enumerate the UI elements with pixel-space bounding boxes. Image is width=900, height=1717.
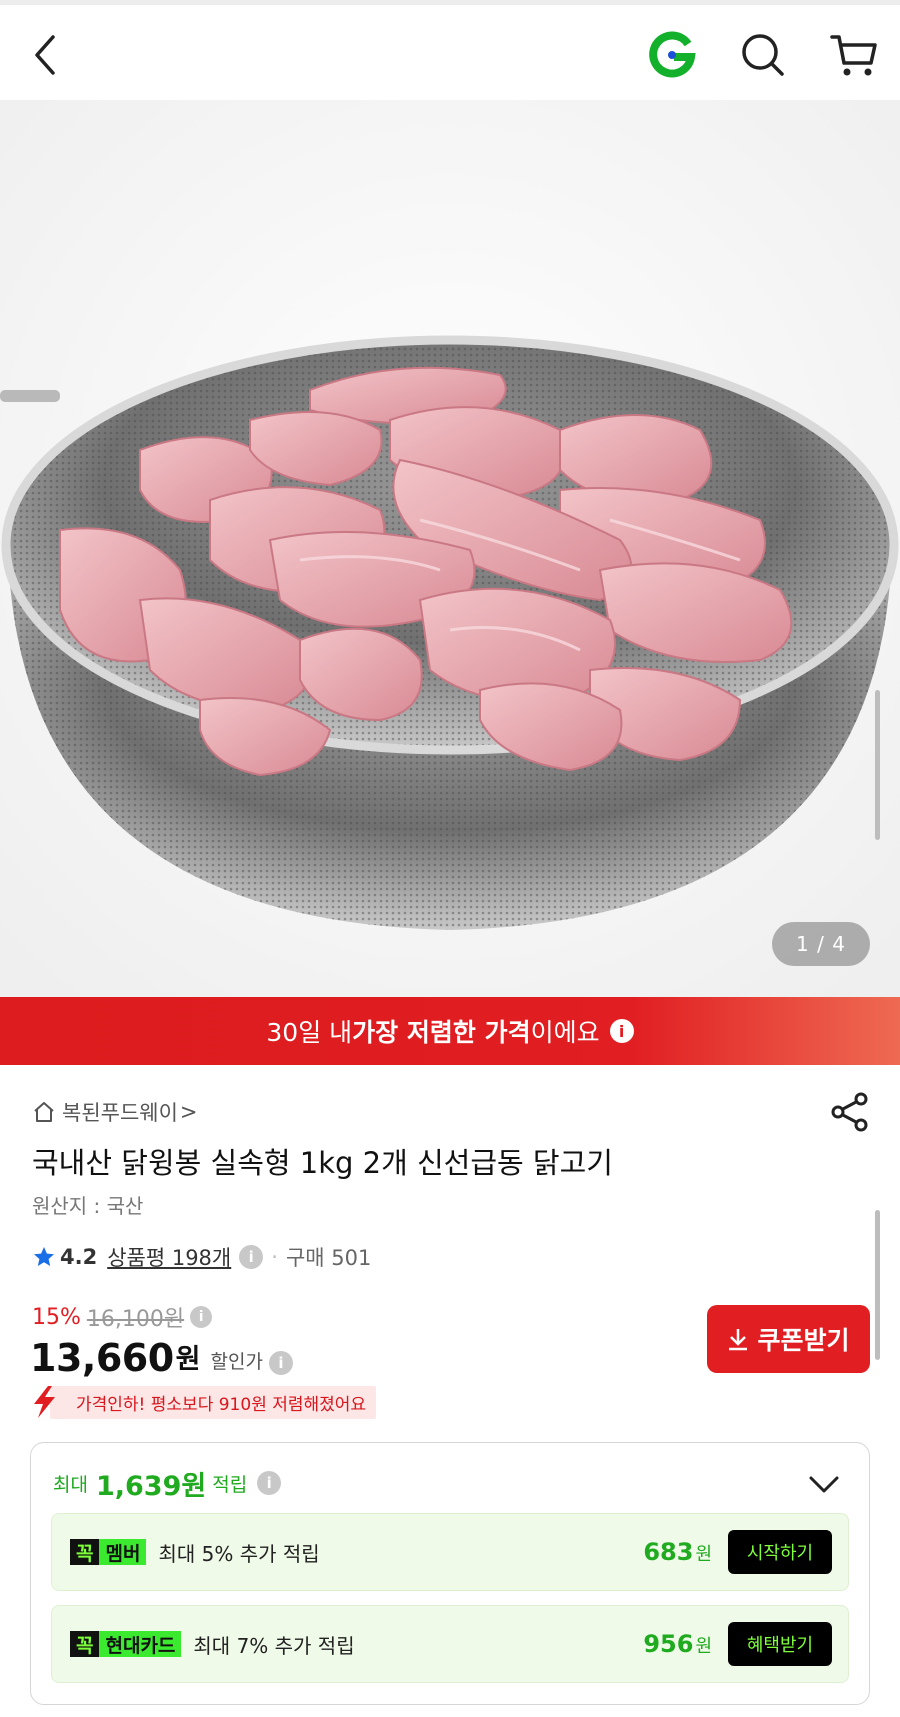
price-drop-notice: 가격인하! 평소보다 910원 저렴해졌어요 [30, 1384, 377, 1420]
badge-name: 멤버 [99, 1539, 147, 1565]
purchase-count: 구매 501 [285, 1246, 372, 1270]
info-icon[interactable]: i [268, 1351, 293, 1375]
offer-value-unit: 원 [695, 1544, 712, 1565]
badge-k: 꼭 [70, 1631, 100, 1657]
member-offer-row: 꼭 멤버 최대 5% 추가 적립 683 원 시작하기 [51, 1513, 849, 1591]
reward-points-panel: 최대 1,639원 적립 i 꼭 멤버 최대 5% 추가 적립 683 원 시작하… [30, 1442, 870, 1705]
get-benefit-button[interactable]: 혜택받기 [728, 1622, 832, 1666]
seller-name: 복된푸드웨이 [62, 1101, 178, 1125]
download-icon [729, 1329, 748, 1351]
share-button[interactable] [828, 1090, 872, 1134]
banner-text-pre: 30일 내 [266, 1018, 353, 1047]
coupon-download-button[interactable]: 쿠폰받기 [707, 1305, 870, 1373]
page-scroll-indicator [875, 1210, 880, 1360]
expand-rewards-button[interactable] [807, 1469, 841, 1499]
chevron-down-icon [809, 1476, 839, 1493]
cart-button[interactable] [826, 27, 882, 83]
reward-prefix: 최대 [53, 1473, 88, 1496]
search-icon [742, 34, 784, 76]
reward-header: 최대 1,639원 적립 i [53, 1465, 282, 1502]
product-title: 국내산 닭윙봉 실속형 1kg 2개 신선급동 닭고기 [32, 1146, 613, 1180]
sale-price: 13,660 [30, 1336, 174, 1380]
banner-text-bold: 가장 저렴한 가격 [352, 1018, 531, 1047]
back-button[interactable] [18, 27, 74, 83]
star-icon [34, 1247, 54, 1266]
info-icon[interactable]: i [190, 1306, 213, 1328]
cart-icon [830, 35, 877, 76]
sale-price-label: 할인가 [210, 1351, 263, 1373]
image-pager: 1 / 4 [772, 922, 870, 966]
info-icon[interactable]: i [239, 1245, 264, 1269]
top-app-bar [0, 5, 900, 100]
separator: · [271, 1245, 278, 1269]
offer-value: 683 원 [643, 1538, 712, 1566]
sale-price-row: 13,660 원 할인가 i [30, 1330, 293, 1380]
back-arrow-icon [35, 35, 55, 75]
offer-value-unit: 원 [695, 1636, 712, 1657]
card-badge: 꼭 현대카드 [70, 1631, 182, 1657]
product-origin: 원산지 : 국산 [32, 1194, 144, 1218]
lightning-icon [34, 1386, 55, 1418]
member-badge: 꼭 멤버 [70, 1539, 147, 1565]
discount-percent: 15% [32, 1304, 81, 1330]
home-icon [34, 1102, 54, 1122]
card-offer-row: 꼭 현대카드 최대 7% 추가 적립 956 원 혜택받기 [51, 1605, 849, 1683]
share-icon [831, 1092, 868, 1132]
coupon-label: 쿠폰받기 [757, 1326, 850, 1355]
seller-link[interactable]: 복된푸드웨이 > [32, 1097, 198, 1127]
rating-row: 4.2 상품평 198개 i · 구매 501 [32, 1240, 371, 1274]
reward-suffix: 적립 [212, 1473, 248, 1496]
review-count-link[interactable]: 상품평 198개 [107, 1242, 231, 1272]
offer-value: 956 원 [643, 1630, 712, 1658]
offer-description: 최대 5% 추가 적립 [158, 1541, 320, 1566]
offer-description: 최대 7% 추가 적립 [193, 1633, 355, 1658]
info-icon[interactable]: i [257, 1471, 282, 1495]
discount-row: 15% 16,100원 i [32, 1302, 213, 1332]
offer-value-number: 956 [643, 1630, 694, 1658]
seller-arrow: > [179, 1100, 198, 1124]
image-scroll-indicator [875, 690, 880, 840]
g-logo-icon [649, 31, 696, 78]
lowest-price-banner[interactable]: 30일 내 가장 저렴한 가격 이에요 i [0, 997, 900, 1065]
badge-k: 꼭 [70, 1539, 100, 1565]
reward-amount: 1,639원 [95, 1470, 207, 1502]
product-image-carousel[interactable]: 1 / 4 [0, 100, 900, 997]
search-button[interactable] [735, 27, 791, 83]
original-price: 16,100원 [86, 1307, 185, 1332]
banner-text-post: 이에요 [530, 1018, 600, 1047]
rating-score: 4.2 [60, 1245, 98, 1269]
info-icon[interactable]: i [609, 1019, 634, 1043]
offer-value-number: 683 [643, 1538, 694, 1566]
start-membership-button[interactable]: 시작하기 [728, 1530, 832, 1574]
g-logo-button[interactable] [644, 27, 700, 83]
price-drop-text: 가격인하! 평소보다 910원 저렴해졌어요 [50, 1385, 377, 1419]
currency-unit: 원 [175, 1344, 201, 1375]
product-photo [0, 100, 900, 997]
badge-name: 현대카드 [99, 1631, 182, 1657]
